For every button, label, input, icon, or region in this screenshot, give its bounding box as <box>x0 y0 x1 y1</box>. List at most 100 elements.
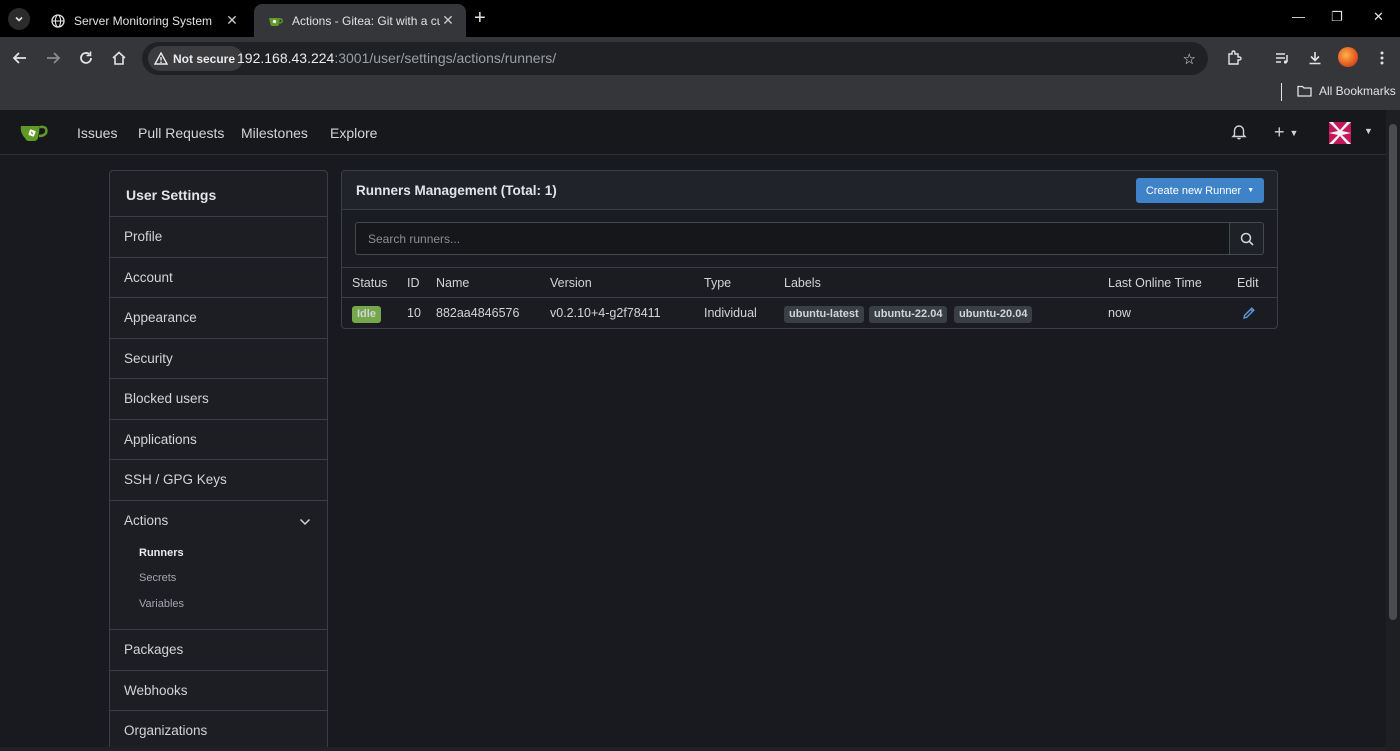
search-button[interactable] <box>1229 222 1264 255</box>
bottom-edge <box>0 747 1386 751</box>
search-icon <box>1240 232 1254 246</box>
kebab-menu-icon[interactable] <box>1372 48 1392 68</box>
close-window-icon[interactable]: ✕ <box>1373 9 1384 25</box>
user-avatar[interactable] <box>1329 122 1351 144</box>
sidebar-item-webhooks[interactable]: Webhooks <box>110 671 327 711</box>
table-row: Idle 10 882aa4846576 v0.2.10+4-g2f78411 … <box>342 298 1277 328</box>
sidebar-header: User Settings <box>110 171 327 217</box>
new-tab-button[interactable]: + <box>474 8 486 28</box>
notifications-bell-icon[interactable] <box>1231 123 1247 145</box>
sidebar-item-blocked-users[interactable]: Blocked users <box>110 379 327 420</box>
col-name[interactable]: Name <box>436 276 469 290</box>
label-chip: ubuntu-latest <box>784 306 864 323</box>
settings-sidebar: User Settings Profile Account Appearance… <box>109 170 328 751</box>
runners-panel: Runners Management (Total: 1) Create new… <box>341 170 1278 329</box>
sidebar-group-actions-toggle[interactable]: Actions <box>110 501 327 541</box>
label-chip: ubuntu-22.04 <box>869 306 948 323</box>
sidebar-group-label: Actions <box>124 512 169 528</box>
pencil-icon[interactable] <box>1242 306 1256 323</box>
col-edit: Edit <box>1237 276 1259 290</box>
status-badge: Idle <box>352 306 381 323</box>
avatar-caret-icon[interactable]: ▼ <box>1364 126 1373 136</box>
nav-issues[interactable]: Issues <box>77 125 117 141</box>
extensions-icon[interactable] <box>1224 48 1244 68</box>
sidebar-item-profile[interactable]: Profile <box>110 217 327 258</box>
url-host: 192.168.43.224 <box>237 50 335 66</box>
download-icon[interactable] <box>1305 48 1325 68</box>
sidebar-item-account[interactable]: Account <box>110 258 327 298</box>
col-last-online[interactable]: Last Online Time <box>1108 276 1202 290</box>
gitea-navbar: Issues Pull Requests Milestones Explore … <box>0 110 1386 155</box>
col-version: Version <box>550 276 592 290</box>
search-runners-input[interactable]: Search runners... <box>355 222 1230 255</box>
runner-last-online: now <box>1108 306 1131 320</box>
gitea-tea-icon <box>268 13 284 29</box>
back-icon[interactable] <box>10 48 30 68</box>
sidebar-item-ssh-gpg-keys[interactable]: SSH / GPG Keys <box>110 460 327 501</box>
create-new-runner-button[interactable]: Create new Runner ▼ <box>1136 178 1264 203</box>
forward-icon[interactable] <box>43 48 63 68</box>
search-row: Search runners... <box>342 210 1277 268</box>
home-icon[interactable] <box>109 48 129 68</box>
browser-toolbar: Not secure 192.168.43.224:3001/user/sett… <box>0 37 1400 80</box>
all-bookmarks-label: All Bookmarks <box>1319 84 1396 98</box>
globe-icon <box>50 13 66 29</box>
close-tab-icon[interactable]: ✕ <box>224 12 240 29</box>
warning-icon <box>154 52 168 65</box>
chevron-down-icon <box>299 514 311 529</box>
restore-icon[interactable]: ❐ <box>1331 9 1343 25</box>
sidebar-subitem-runners[interactable]: Runners <box>110 541 327 567</box>
create-runner-label: Create new Runner <box>1145 184 1242 197</box>
profile-avatar[interactable] <box>1338 47 1358 67</box>
gitea-logo-icon[interactable] <box>20 122 50 147</box>
url-path: :3001/user/settings/actions/runners/ <box>334 50 557 66</box>
nav-pull-requests[interactable]: Pull Requests <box>138 125 224 141</box>
col-status[interactable]: Status <box>352 276 387 290</box>
sidebar-item-packages[interactable]: Packages <box>110 630 327 671</box>
nav-milestones[interactable]: Milestones <box>241 125 308 141</box>
runner-id: 10 <box>407 306 421 320</box>
browser-tab-bar: Server Monitoring System ✕ Actions - Git… <box>0 0 1400 37</box>
security-label: Not secure <box>173 51 236 66</box>
sidebar-item-applications[interactable]: Applications <box>110 420 327 460</box>
label-chip: ubuntu-20.04 <box>954 306 1033 323</box>
bookmarks-bar: All Bookmarks <box>0 80 1400 110</box>
sidebar-item-organizations[interactable]: Organizations <box>110 711 327 751</box>
address-bar[interactable]: Not secure 192.168.43.224:3001/user/sett… <box>142 42 1208 75</box>
tab-search-button[interactable] <box>8 8 30 30</box>
sidebar-subitem-variables[interactable]: Variables <box>110 592 327 618</box>
minimize-icon[interactable]: — <box>1292 9 1305 24</box>
panel-header: Runners Management (Total: 1) Create new… <box>342 171 1277 210</box>
runner-name: 882aa4846576 <box>436 306 520 320</box>
reload-icon[interactable] <box>76 48 96 68</box>
tab-server-monitoring[interactable]: Server Monitoring System ✕ <box>36 4 250 37</box>
sidebar-item-security[interactable]: Security <box>110 339 327 379</box>
page-scrollbar[interactable] <box>1386 110 1400 751</box>
folder-icon <box>1297 85 1312 97</box>
sidebar-item-appearance[interactable]: Appearance <box>110 298 327 339</box>
runner-type: Individual <box>704 306 757 320</box>
security-chip[interactable]: Not secure <box>148 46 244 71</box>
sidebar-subitem-secrets[interactable]: Secrets <box>110 566 327 592</box>
bookmarks-divider <box>1281 83 1282 101</box>
bookmark-star-icon[interactable]: ☆ <box>1183 50 1196 68</box>
caret-down-icon: ▼ <box>1289 127 1299 138</box>
sidebar-group-actions: Actions Runners Secrets Variables <box>110 501 327 630</box>
chevron-down-icon <box>15 16 23 22</box>
url-text[interactable]: 192.168.43.224:3001/user/settings/action… <box>237 50 556 66</box>
tab-title: Server Monitoring System <box>74 13 213 28</box>
tab-title: Actions - Gitea: Git with a cup of tea <box>292 13 440 28</box>
close-tab-icon[interactable]: ✕ <box>440 12 456 29</box>
plus-icon: + <box>1274 122 1285 142</box>
scrollbar-thumb[interactable] <box>1389 124 1397 620</box>
tab-gitea-actions[interactable]: Actions - Gitea: Git with a cup of tea ✕ <box>254 4 466 37</box>
nav-explore[interactable]: Explore <box>330 125 377 141</box>
col-labels: Labels <box>784 276 821 290</box>
caret-down-icon: ▼ <box>1247 187 1255 194</box>
all-bookmarks-button[interactable]: All Bookmarks <box>1297 84 1396 98</box>
create-menu[interactable]: + ▼ <box>1274 122 1298 143</box>
reading-list-icon[interactable] <box>1272 48 1292 68</box>
col-type: Type <box>704 276 732 290</box>
table-header: Status ID Name Version Type Labels Last … <box>342 268 1277 298</box>
col-id[interactable]: ID <box>407 276 420 290</box>
